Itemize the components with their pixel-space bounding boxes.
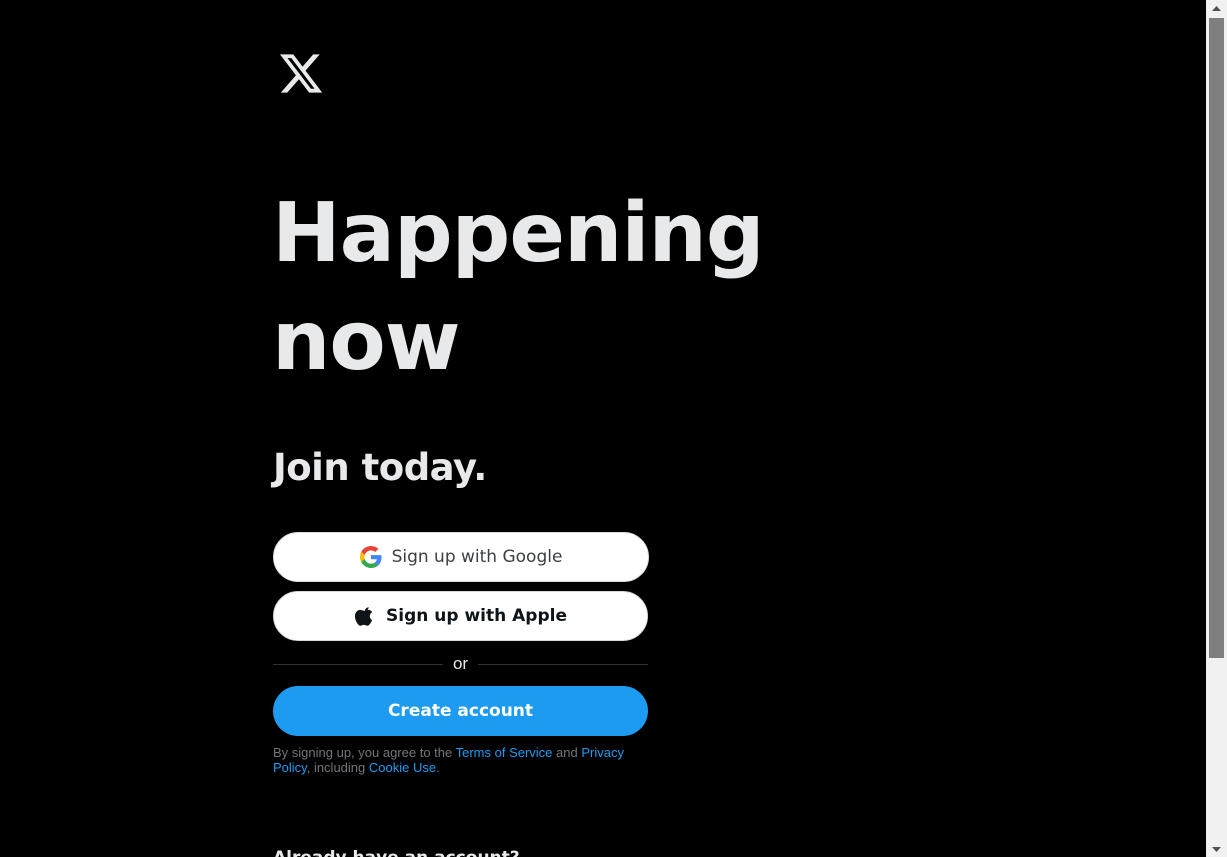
legal-suffix: . [436,760,440,775]
page-headline: Happening now [272,180,765,396]
signup-apple-button[interactable]: Sign up with Apple [273,591,648,641]
legal-including: , including [306,760,369,775]
headline-line-1: Happening [272,186,765,281]
cookie-use-link[interactable]: Cookie Use [369,760,436,775]
scrollbar-thumb[interactable] [1209,18,1224,658]
headline-line-2: now [272,294,460,389]
create-account-button[interactable]: Create account [273,686,648,736]
divider-line-right [478,663,648,665]
signup-apple-label: Sign up with Apple [386,606,567,626]
scroll-down-arrow-icon[interactable] [1206,840,1227,857]
legal-prefix: By signing up, you agree to the [273,745,456,760]
google-icon [359,546,382,568]
divider-line-left [273,663,443,665]
or-divider: or [273,652,648,676]
scroll-up-arrow-icon[interactable] [1206,0,1227,17]
divider-or-text: or [452,654,469,673]
x-logo-icon [279,54,323,93]
signup-google-button[interactable]: Sign up with Google [273,532,649,582]
legal-and: and [552,745,582,760]
already-have-account-heading: Already have an account? [273,846,520,857]
terms-of-service-link[interactable]: Terms of Service [456,745,553,760]
vertical-scrollbar[interactable] [1206,0,1227,857]
join-today-heading: Join today. [273,446,487,489]
signup-google-label: Sign up with Google [391,547,563,567]
legal-text: By signing up, you agree to the Terms of… [273,745,653,775]
apple-icon [354,605,376,627]
page: Happening now Join today. Sign up with G… [0,0,1227,857]
